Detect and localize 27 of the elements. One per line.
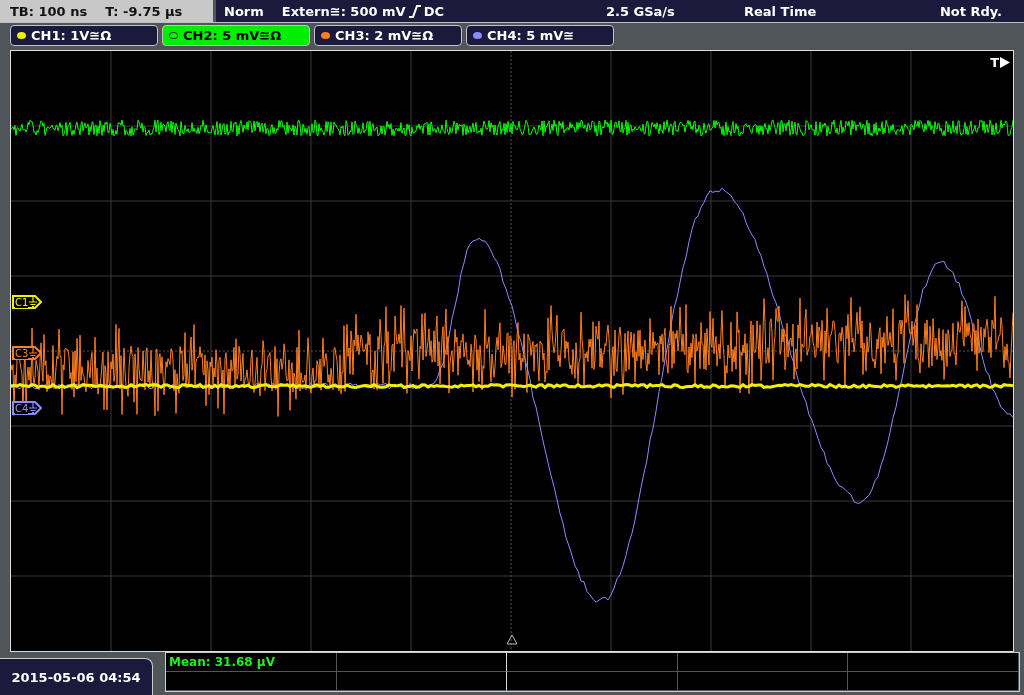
channel-tab[interactable]: CH3: 2 mV≅Ω — [314, 25, 462, 46]
trigger-mode-label: Norm — [224, 3, 264, 19]
date-time-label: 2015-05-06 04:54 — [0, 658, 153, 695]
channel-tab[interactable]: CH1: 1V≅Ω — [10, 25, 158, 46]
ground-icon — [29, 297, 38, 307]
trigger-marker-label: T — [990, 55, 999, 70]
status-label: Not Rdy. — [938, 3, 1003, 19]
channel-marker[interactable]: C3 — [12, 346, 42, 360]
rising-edge-icon — [407, 4, 422, 18]
coupling-label: DC — [423, 3, 444, 19]
marker-label: C1 — [15, 296, 29, 308]
marker-label: C3 — [15, 347, 29, 359]
marker-label: C4 — [15, 402, 29, 414]
trigger-time-label: T: -9.75 µs — [105, 3, 183, 19]
play-icon — [1000, 57, 1010, 68]
mean-measurement: Mean: 31.68 µV — [169, 655, 275, 669]
channel-tab[interactable]: CH2: 5 mV≅Ω — [162, 25, 310, 46]
timebase-label: TB: 100 ns — [10, 3, 88, 19]
acquisition-label: Real Time — [744, 3, 818, 19]
channel-marker[interactable]: C1 — [12, 295, 42, 309]
ground-icon — [29, 348, 38, 358]
ground-icon — [29, 403, 38, 413]
channel-tab[interactable]: CH4: 5 mV≅ — [466, 25, 614, 46]
sample-rate-label: 2.5 GSa/s — [606, 3, 676, 19]
trigger-position-icon — [506, 634, 518, 645]
trigger-source-label: Extern≅: 500 mV — [281, 3, 406, 19]
channel-marker[interactable]: C4 — [12, 401, 42, 415]
